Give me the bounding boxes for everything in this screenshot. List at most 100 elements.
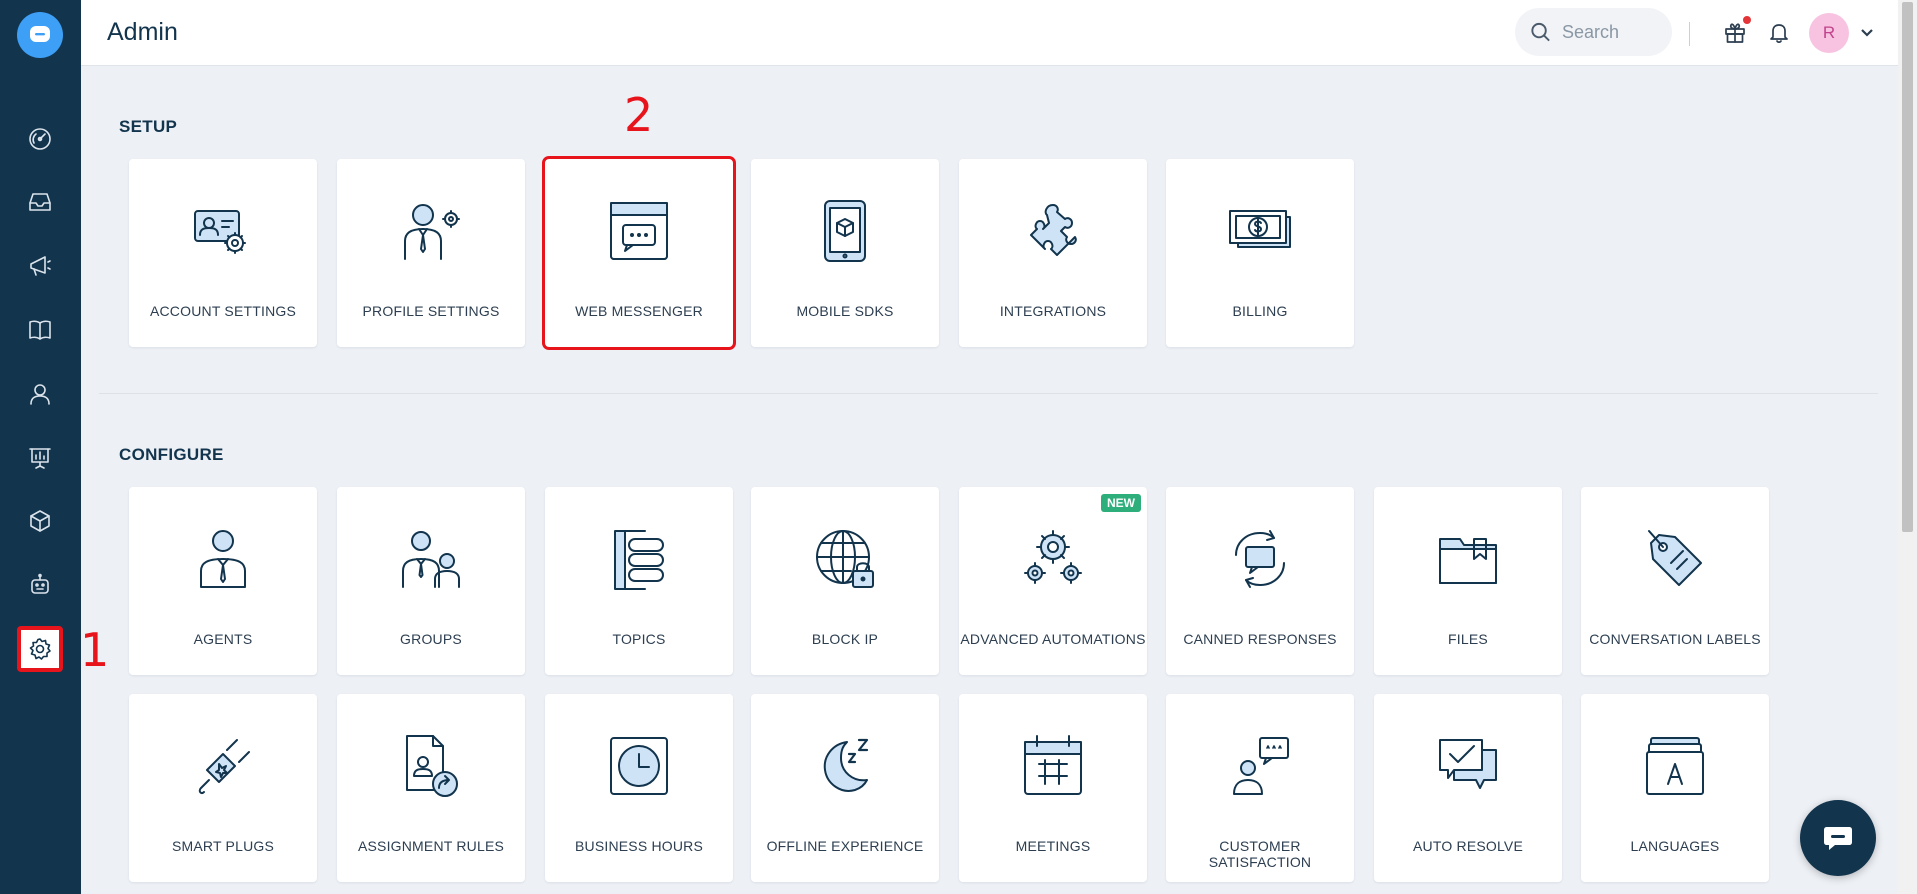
globe-lock-icon bbox=[811, 525, 879, 593]
avatar[interactable]: R bbox=[1809, 13, 1849, 53]
sidebar-item-contacts[interactable] bbox=[19, 373, 61, 415]
section-title-configure: CONFIGURE bbox=[119, 445, 224, 464]
clock-icon bbox=[605, 732, 673, 800]
scrollbar[interactable] bbox=[1898, 0, 1917, 894]
gear-icon bbox=[29, 638, 51, 660]
header-divider bbox=[1689, 22, 1690, 46]
agent-icon bbox=[189, 525, 257, 593]
card-groups[interactable]: GROUPS bbox=[337, 487, 525, 675]
auto-resolve-icon bbox=[1434, 732, 1502, 800]
profile-menu-toggle[interactable] bbox=[1859, 24, 1875, 40]
gears-icon bbox=[1019, 525, 1087, 593]
card-label: BLOCK IP bbox=[811, 631, 879, 647]
card-account-settings[interactable]: ACCOUNT SETTINGS bbox=[129, 159, 317, 347]
section-divider bbox=[99, 393, 1878, 394]
card-label: ASSIGNMENT RULES bbox=[357, 838, 505, 854]
search-input[interactable] bbox=[1562, 21, 1672, 43]
sidebar-item-inbox[interactable] bbox=[19, 181, 61, 223]
sidebar-item-bots[interactable] bbox=[19, 564, 61, 606]
card-label: CONVERSATION LABELS bbox=[1589, 631, 1761, 647]
new-badge: NEW bbox=[1101, 494, 1141, 512]
card-meetings[interactable]: MEETINGS bbox=[959, 694, 1147, 882]
billing-icon bbox=[1226, 197, 1294, 265]
card-canned-responses[interactable]: CANNED RESPONSES bbox=[1166, 487, 1354, 675]
card-block-ip[interactable]: BLOCK IP bbox=[751, 487, 939, 675]
card-languages[interactable]: LANGUAGES bbox=[1581, 694, 1769, 882]
card-label: MOBILE SDKS bbox=[796, 303, 894, 319]
card-profile-settings[interactable]: PROFILE SETTINGS bbox=[337, 159, 525, 347]
chat-widget-button[interactable] bbox=[1800, 800, 1876, 876]
inbox-icon bbox=[29, 193, 51, 211]
calendar-icon bbox=[1019, 732, 1087, 800]
bot-icon bbox=[31, 573, 49, 594]
chevron-down-icon bbox=[1861, 29, 1873, 37]
card-label: MEETINGS bbox=[1015, 838, 1091, 854]
sidebar-item-dashboard[interactable] bbox=[19, 118, 61, 160]
card-label: AGENTS bbox=[193, 631, 253, 647]
card-agents[interactable]: AGENTS bbox=[129, 487, 317, 675]
card-label: INTEGRATIONS bbox=[999, 303, 1107, 319]
mobile-sdk-icon bbox=[811, 197, 879, 265]
plug-icon bbox=[189, 732, 257, 800]
top-header: Admin R bbox=[81, 0, 1898, 66]
card-assignment-rules[interactable]: ASSIGNMENT RULES bbox=[337, 694, 525, 882]
groups-icon bbox=[397, 525, 465, 593]
section-title-setup: SETUP bbox=[119, 117, 178, 136]
card-label: TOPICS bbox=[612, 631, 666, 647]
card-label: PROFILE SETTINGS bbox=[362, 303, 500, 319]
sidebar-item-campaigns[interactable] bbox=[19, 245, 61, 287]
notifications-button[interactable] bbox=[1761, 14, 1797, 50]
card-conversation-labels[interactable]: CONVERSATION LABELS bbox=[1581, 487, 1769, 675]
analytics-icon bbox=[29, 448, 51, 469]
card-offline-experience[interactable]: OFFLINE EXPERIENCE bbox=[751, 694, 939, 882]
card-advanced-automations[interactable]: NEW ADVANCED AUTOMATIONS bbox=[959, 487, 1147, 675]
page-title: Admin bbox=[107, 18, 178, 46]
card-label: SMART PLUGS bbox=[171, 838, 275, 854]
app-logo[interactable] bbox=[17, 12, 63, 58]
search-icon bbox=[1531, 22, 1550, 42]
card-files[interactable]: FILES bbox=[1374, 487, 1562, 675]
moon-icon bbox=[811, 732, 879, 800]
card-label: FILES bbox=[1448, 631, 1488, 647]
notification-dot bbox=[1743, 16, 1751, 24]
card-mobile-sdks[interactable]: MOBILE SDKS bbox=[751, 159, 939, 347]
contact-icon bbox=[30, 384, 50, 405]
sidebar-item-knowledge-base[interactable] bbox=[19, 309, 61, 351]
card-label: ADVANCED AUTOMATIONS bbox=[960, 631, 1146, 647]
book-icon bbox=[29, 320, 51, 340]
assignment-icon bbox=[397, 732, 465, 800]
rating-icon bbox=[1226, 732, 1294, 800]
whats-new-button[interactable] bbox=[1717, 14, 1753, 50]
annotation-marker-2: 2 bbox=[624, 88, 654, 142]
card-auto-resolve[interactable]: AUTO RESOLVE bbox=[1374, 694, 1562, 882]
card-label: AUTO RESOLVE bbox=[1412, 838, 1524, 854]
card-topics[interactable]: TOPICS bbox=[545, 487, 733, 675]
card-label: BUSINESS HOURS bbox=[574, 838, 704, 854]
canned-responses-icon bbox=[1226, 525, 1294, 593]
annotation-marker-1: 1 bbox=[80, 623, 110, 677]
tag-icon bbox=[1641, 525, 1709, 593]
scrollbar-thumb[interactable] bbox=[1902, 2, 1913, 532]
sidebar-item-marketplace[interactable] bbox=[19, 500, 61, 542]
cube-icon bbox=[30, 510, 50, 532]
card-business-hours[interactable]: BUSINESS HOURS bbox=[545, 694, 733, 882]
card-label: WEB MESSENGER bbox=[575, 303, 703, 319]
dashboard-icon bbox=[29, 128, 51, 150]
sidebar-item-analytics[interactable] bbox=[19, 437, 61, 479]
card-web-messenger[interactable]: WEB MESSENGER bbox=[542, 156, 736, 350]
card-label: CUSTOMER SATISFACTION bbox=[1208, 838, 1312, 870]
card-label: GROUPS bbox=[400, 631, 462, 647]
bell-icon bbox=[1770, 24, 1788, 43]
card-label: LANGUAGES bbox=[1630, 838, 1720, 854]
card-smart-plugs[interactable]: SMART PLUGS bbox=[129, 694, 317, 882]
puzzle-icon bbox=[1019, 197, 1087, 265]
card-label: BILLING bbox=[1232, 303, 1288, 319]
card-integrations[interactable]: INTEGRATIONS bbox=[959, 159, 1147, 347]
card-billing[interactable]: BILLING bbox=[1166, 159, 1354, 347]
sidebar-item-admin[interactable] bbox=[17, 626, 63, 672]
search-box[interactable] bbox=[1515, 8, 1672, 56]
topics-icon bbox=[605, 525, 673, 593]
card-customer-satisfaction[interactable]: CUSTOMER SATISFACTION bbox=[1166, 694, 1354, 882]
web-messenger-icon bbox=[605, 197, 673, 265]
card-label: ACCOUNT SETTINGS bbox=[149, 303, 297, 319]
